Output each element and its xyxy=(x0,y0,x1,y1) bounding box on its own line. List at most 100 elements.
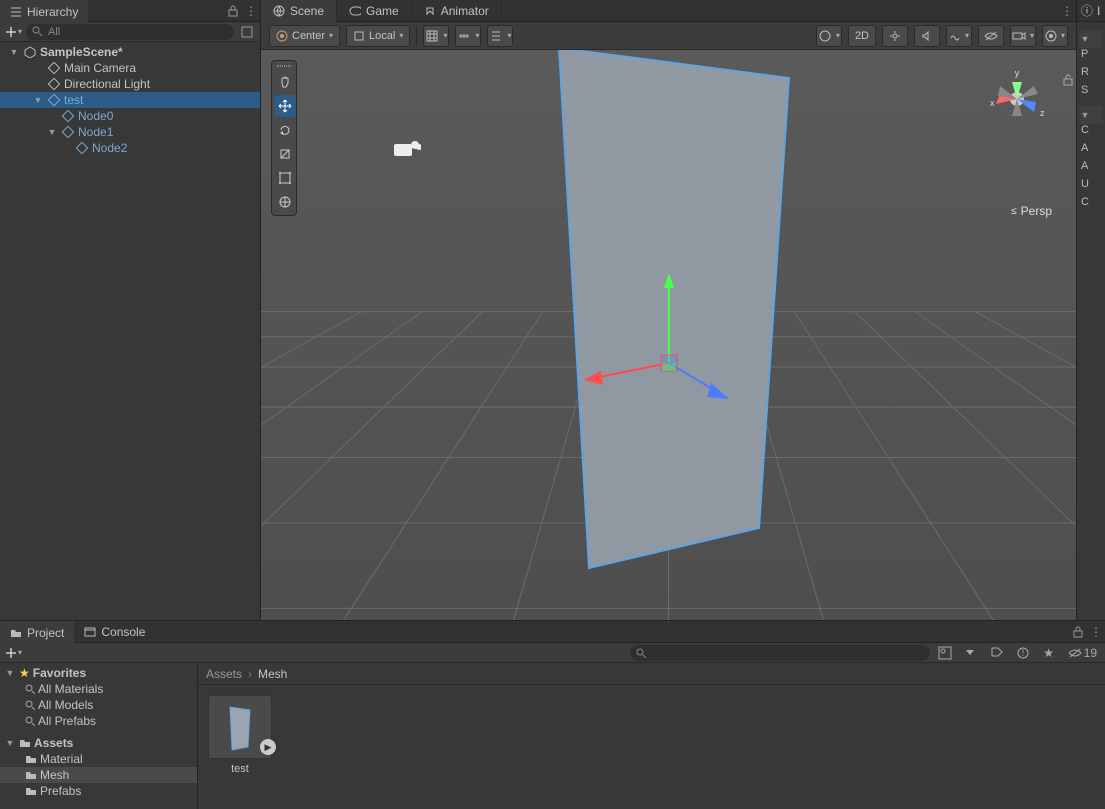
inspector-field[interactable]: C xyxy=(1079,124,1103,142)
favorites-label: Favorites xyxy=(33,666,86,680)
inspector-section[interactable]: ▼ xyxy=(1079,106,1103,124)
favorite-item[interactable]: All Materials xyxy=(0,681,197,697)
gameobject-icon xyxy=(47,93,61,107)
favorite-item[interactable]: All Prefabs xyxy=(0,713,197,729)
inspector-section[interactable]: ▼ xyxy=(1079,30,1103,48)
rect-tool[interactable] xyxy=(274,167,296,189)
scene-name: SampleScene* xyxy=(40,45,123,59)
lighting-toggle[interactable] xyxy=(882,25,908,47)
favorite-item[interactable]: All Models xyxy=(0,697,197,713)
folder-item[interactable]: Material xyxy=(0,751,197,767)
expand-arrow-icon[interactable] xyxy=(46,110,58,122)
rotate-tool[interactable] xyxy=(274,119,296,141)
svg-text:x: x xyxy=(990,98,995,108)
inspector-field[interactable]: A xyxy=(1079,160,1103,178)
inspector-tab[interactable]: ⓘ I xyxy=(1077,0,1105,22)
favorite-label: All Materials xyxy=(38,682,103,696)
folder-icon xyxy=(19,737,31,749)
play-icon[interactable]: ▶ xyxy=(260,739,276,755)
pivot-dropdown[interactable]: Center▾ xyxy=(269,25,340,47)
folder-label: Mesh xyxy=(40,768,69,782)
scene-menu-icon[interactable]: ⋮ xyxy=(1058,2,1076,20)
gameobject-icon xyxy=(61,125,75,139)
favorite-icon[interactable]: ★ xyxy=(1038,644,1060,662)
filter-label-icon[interactable] xyxy=(986,644,1008,662)
camera-button[interactable]: ▾ xyxy=(1010,25,1036,47)
tree-item[interactable]: Main Camera xyxy=(0,60,260,76)
inspector-field[interactable]: P xyxy=(1079,48,1103,66)
hand-tool[interactable] xyxy=(274,71,296,93)
orientation-lock-icon[interactable] xyxy=(1062,74,1074,86)
tree-item-label: Main Camera xyxy=(64,61,136,75)
audio-toggle[interactable] xyxy=(914,25,940,47)
save-search-icon[interactable]: ! xyxy=(1012,644,1034,662)
assets-header[interactable]: ▼ Assets xyxy=(0,735,197,751)
expand-arrow-icon[interactable]: ▼ xyxy=(32,94,44,106)
snap-toggle-button[interactable]: ▾ xyxy=(487,25,513,47)
crumb-assets[interactable]: Assets xyxy=(206,667,242,681)
inspector-field[interactable]: U xyxy=(1079,178,1103,196)
drag-handle-icon[interactable] xyxy=(274,63,294,69)
tree-item[interactable]: Node2 xyxy=(0,140,260,156)
hierarchy-tab[interactable]: Hierarchy xyxy=(0,0,88,22)
orientation-gizmo[interactable]: y x z ≤Persp xyxy=(982,64,1052,218)
transform-gizmo[interactable] xyxy=(579,263,759,443)
inspector-field[interactable]: S xyxy=(1079,84,1103,102)
scene-picker-icon[interactable] xyxy=(238,23,256,41)
hidden-count: 19 xyxy=(1084,646,1097,660)
hierarchy-tree: ▼ SampleScene* Main CameraDirectional Li… xyxy=(0,42,260,620)
tree-item[interactable]: ▼test xyxy=(0,92,260,108)
grid-snap-button[interactable]: ▾ xyxy=(423,25,449,47)
console-tab[interactable]: Console xyxy=(74,621,155,643)
expand-arrow-icon[interactable] xyxy=(32,62,44,74)
folder-icon xyxy=(10,627,22,639)
scene-viewport[interactable]: y x z ≤Persp xyxy=(261,50,1076,620)
search-window-icon[interactable] xyxy=(934,644,956,662)
fx-toggle[interactable]: ▾ xyxy=(946,25,972,47)
inspector-field[interactable]: A xyxy=(1079,142,1103,160)
project-add-button[interactable]: ▾ xyxy=(4,646,22,660)
scale-tool[interactable] xyxy=(274,143,296,165)
move-tool[interactable] xyxy=(274,95,296,117)
transform-tool[interactable] xyxy=(274,191,296,213)
folder-item[interactable]: Mesh xyxy=(0,767,197,783)
inspector-field[interactable]: R xyxy=(1079,66,1103,84)
visibility-toggle[interactable] xyxy=(978,25,1004,47)
menu-icon[interactable]: ⋮ xyxy=(242,2,260,20)
tree-item[interactable]: Node0 xyxy=(0,108,260,124)
scene-row[interactable]: ▼ SampleScene* xyxy=(0,44,260,60)
perspective-label[interactable]: Persp xyxy=(1021,204,1052,218)
expand-arrow-icon[interactable] xyxy=(60,142,72,154)
handle-dropdown[interactable]: Local▾ xyxy=(346,25,410,47)
game-tab[interactable]: Game xyxy=(337,0,412,22)
expand-arrow-icon[interactable] xyxy=(32,78,44,90)
draw-mode-button[interactable]: ▾ xyxy=(816,25,842,47)
hidden-toggle[interactable]: 19 xyxy=(1064,644,1101,662)
menu-icon[interactable]: ⋮ xyxy=(1087,623,1105,641)
lock-icon[interactable] xyxy=(224,2,242,20)
snap-increment-button[interactable]: ▾ xyxy=(455,25,481,47)
asset-item[interactable]: ▶ test xyxy=(208,695,272,775)
scene-tab[interactable]: Scene xyxy=(261,0,337,22)
filter-type-icon[interactable] xyxy=(960,644,982,662)
project-tab[interactable]: Project xyxy=(0,621,74,643)
project-search[interactable] xyxy=(630,645,930,661)
tree-item[interactable]: Directional Light xyxy=(0,76,260,92)
favorites-header[interactable]: ▼★ Favorites xyxy=(0,665,197,681)
camera-gizmo-icon[interactable] xyxy=(393,140,421,160)
crumb-mesh[interactable]: Mesh xyxy=(258,667,287,681)
animator-tab[interactable]: Animator xyxy=(412,0,502,22)
expand-arrow-icon[interactable]: ▼ xyxy=(46,126,58,138)
folder-item[interactable]: Prefabs xyxy=(0,783,197,799)
2d-toggle[interactable]: 2D xyxy=(848,25,876,47)
tree-item[interactable]: ▼Node1 xyxy=(0,124,260,140)
gameobject-icon xyxy=(61,109,75,123)
svg-text:!: ! xyxy=(1021,648,1024,658)
expand-arrow-icon[interactable]: ▼ xyxy=(8,46,20,58)
tree-item-label: Node0 xyxy=(78,109,113,123)
inspector-field[interactable]: C xyxy=(1079,196,1103,214)
lock-icon[interactable] xyxy=(1069,623,1087,641)
gizmo-button[interactable]: ▾ xyxy=(1042,25,1068,47)
add-button[interactable]: ▾ xyxy=(4,25,22,39)
hierarchy-search[interactable]: All xyxy=(26,24,234,40)
